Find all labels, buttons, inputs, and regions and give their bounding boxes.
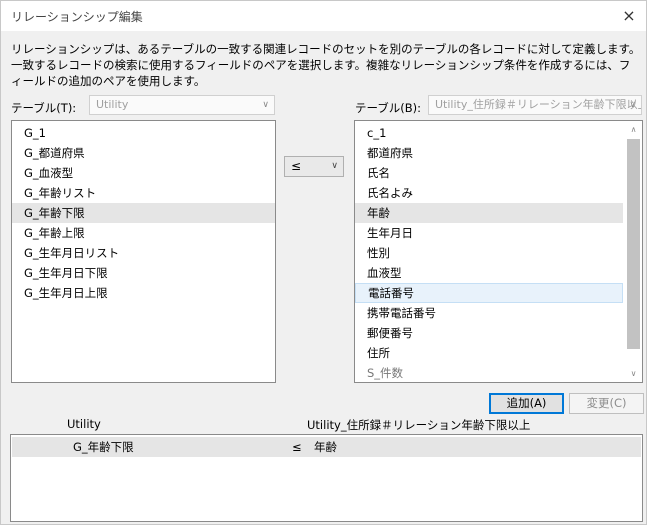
list-item[interactable]: 郵便番号 xyxy=(355,323,623,343)
chevron-down-icon: ∨ xyxy=(262,100,269,110)
list-item[interactable]: 氏名 xyxy=(355,163,623,183)
list-item[interactable]: G_年齢下限 xyxy=(12,203,275,223)
right-table-label: テーブル(B): xyxy=(355,101,422,115)
list-item[interactable]: 氏名よみ xyxy=(355,183,623,203)
right-list-scrollbar[interactable]: ∧ ∨ xyxy=(625,121,642,382)
left-table-select[interactable]: Utility ∨ xyxy=(89,95,275,115)
right-field-list[interactable]: c_1 都道府県 氏名 氏名よみ 年齢 生年月日 性別 血液型 電話番号 携帯電話番号 郵便番号 住所… xyxy=(354,120,643,383)
change-button[interactable]: 変更(C) xyxy=(569,393,644,414)
left-table-label: テーブル(T): xyxy=(11,101,77,115)
dialog-title: リレーションシップ編集 xyxy=(11,10,143,24)
scrollbar-thumb[interactable] xyxy=(627,139,640,349)
operator-value: ≤ xyxy=(291,159,302,173)
pair-right-field: 年齢 xyxy=(314,440,337,454)
right-table-select[interactable]: Utility_住所録＃リレーション年齢下限以上 ∨ xyxy=(428,95,642,115)
pair-operator: ≤ xyxy=(292,440,302,454)
pairs-right-header: Utility_住所録＃リレーション年齢下限以上 xyxy=(307,418,531,432)
list-item[interactable]: c_1 xyxy=(355,123,623,143)
edit-relationship-dialog: リレーションシップ編集 × リレーションシップは、あるテーブルの一致する関連レコ… xyxy=(0,0,647,525)
list-item[interactable]: 電話番号 xyxy=(355,283,623,303)
scroll-down-icon[interactable]: ∨ xyxy=(625,365,642,382)
list-item[interactable]: 携帯電話番号 xyxy=(355,303,623,323)
list-item[interactable]: 都道府県 xyxy=(355,143,623,163)
scroll-up-icon[interactable]: ∧ xyxy=(625,121,642,138)
list-item[interactable]: G_血液型 xyxy=(12,163,275,183)
list-item[interactable]: G_生年月日リスト xyxy=(12,243,275,263)
add-button[interactable]: 追加(A) xyxy=(489,393,564,414)
description-text: リレーションシップは、あるテーブルの一致する関連レコードのセットを別のテーブルの… xyxy=(11,42,641,88)
list-item[interactable]: 性別 xyxy=(355,243,623,263)
list-item[interactable]: G_年齢リスト xyxy=(12,183,275,203)
list-item[interactable]: S_件数 xyxy=(355,363,623,382)
operator-select[interactable]: ≤ ∨ xyxy=(284,156,344,177)
list-item[interactable]: G_1 xyxy=(12,123,275,143)
left-table-value: Utility xyxy=(96,98,129,111)
left-field-list[interactable]: G_1 G_都道府県 G_血液型 G_年齢リスト G_年齢下限 G_年齢上限 G_生年月日リ… xyxy=(11,120,276,383)
list-item[interactable]: G_生年月日上限 xyxy=(12,283,275,303)
table-row[interactable]: G_年齢下限 ≤ 年齢 xyxy=(12,437,641,457)
title-bar: リレーションシップ編集 × xyxy=(1,1,646,31)
list-item[interactable]: G_都道府県 xyxy=(12,143,275,163)
list-item[interactable]: G_年齢上限 xyxy=(12,223,275,243)
list-item[interactable]: 住所 xyxy=(355,343,623,363)
chevron-down-icon: ∨ xyxy=(629,100,636,110)
close-icon[interactable]: × xyxy=(618,5,640,27)
list-item[interactable]: 血液型 xyxy=(355,263,623,283)
relationship-pairs-table[interactable]: G_年齢下限 ≤ 年齢 xyxy=(10,434,643,522)
chevron-down-icon: ∨ xyxy=(331,161,338,171)
right-table-value: Utility_住所録＃リレーション年齢下限以上 xyxy=(435,98,642,111)
pair-left-field: G_年齢下限 xyxy=(73,440,134,454)
list-item[interactable]: 生年月日 xyxy=(355,223,623,243)
pairs-left-header: Utility xyxy=(67,417,101,431)
list-item[interactable]: G_生年月日下限 xyxy=(12,263,275,283)
list-item[interactable]: 年齢 xyxy=(355,203,623,223)
